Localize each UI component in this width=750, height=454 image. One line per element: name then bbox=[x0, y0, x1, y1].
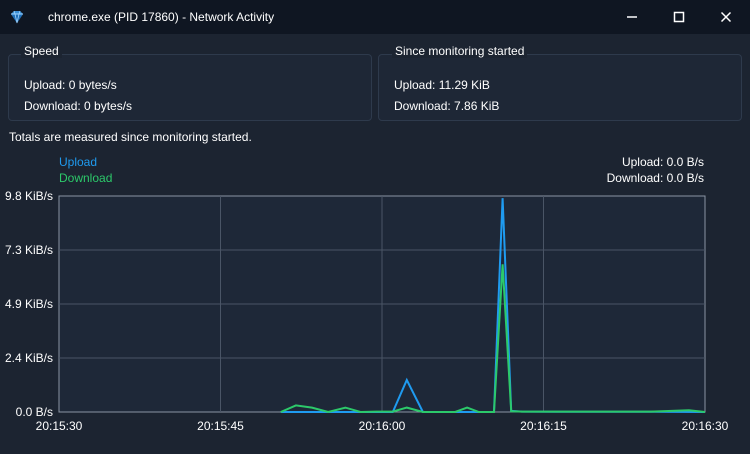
minimize-button[interactable] bbox=[609, 0, 655, 34]
speed-panel-title: Speed bbox=[21, 44, 62, 58]
minimize-icon bbox=[627, 16, 637, 18]
diamond-app-icon bbox=[11, 10, 23, 24]
maximize-icon bbox=[673, 11, 685, 23]
x-tick-label: 20:16:15 bbox=[520, 419, 567, 433]
speed-panel: Speed Upload: 0 bytes/s Download: 0 byte… bbox=[8, 44, 372, 121]
totals-panel: Since monitoring started Upload: 11.29 K… bbox=[378, 44, 742, 121]
totals-panel-title: Since monitoring started bbox=[392, 44, 528, 58]
current-upload-readout: Upload: 0.0 B/s bbox=[621, 155, 704, 169]
totals-upload: Upload: 11.29 KiB bbox=[394, 78, 490, 92]
speed-download: Download: 0 bytes/s bbox=[24, 99, 133, 113]
totals-note: Totals are measured since monitoring sta… bbox=[9, 130, 252, 144]
maximize-button[interactable] bbox=[656, 0, 702, 34]
totals-download: Download: 7.86 KiB bbox=[394, 99, 500, 113]
y-tick-label: 2.4 KiB/s bbox=[5, 351, 53, 365]
x-tick-label: 20:16:30 bbox=[682, 419, 729, 433]
close-button[interactable] bbox=[703, 0, 749, 34]
x-tick-label: 20:15:45 bbox=[197, 419, 244, 433]
title-bar[interactable]: chrome.exe (PID 17860) - Network Activit… bbox=[0, 0, 750, 34]
network-activity-chart: 20:15:30 20:15:45 20:16:00 20:16:15 20:16:30… bbox=[5, 189, 729, 433]
y-tick-label: 0.0 B/s bbox=[16, 405, 53, 419]
x-tick-label: 20:16:00 bbox=[359, 419, 406, 433]
speed-upload: Upload: 0 bytes/s bbox=[24, 78, 117, 92]
close-icon bbox=[720, 11, 732, 23]
window-title: chrome.exe (PID 17860) - Network Activit… bbox=[48, 10, 275, 24]
x-tick-label: 20:15:30 bbox=[36, 419, 83, 433]
y-tick-label: 7.3 KiB/s bbox=[5, 243, 53, 257]
y-tick-label: 4.9 KiB/s bbox=[5, 297, 53, 311]
y-tick-label: 9.8 KiB/s bbox=[5, 189, 53, 203]
legend-upload: Upload bbox=[59, 155, 98, 169]
